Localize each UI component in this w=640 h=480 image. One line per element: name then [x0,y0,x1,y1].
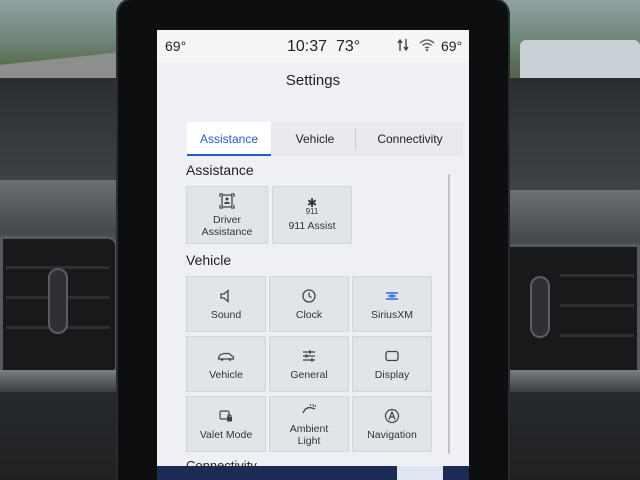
tile-label: Ambient Light [289,423,329,447]
tile-vehicle[interactable]: Vehicle [186,336,266,392]
tile-label: Clock [295,309,323,321]
settings-header: Settings [157,66,469,96]
infotainment-screen: 69° 10:37 73° 69° Settings Assistance Ve… [157,30,469,480]
driver-assist-icon [219,193,235,209]
sliders-icon [303,350,315,362]
tab-connectivity[interactable]: Connectivity [357,122,463,156]
wifi-icon [419,39,435,52]
clock-icon [302,289,316,303]
tile-valet-mode[interactable]: Valet Mode [186,396,266,452]
tile-ambient-light[interactable]: Ambient Light [269,396,349,452]
tile-label: 911 Assist [288,220,336,232]
siriusxm-icon [386,292,398,300]
status-bar: 69° 10:37 73° 69° [157,30,469,62]
tab-vehicle[interactable]: Vehicle [275,122,355,156]
cabin-temperature: 73° [335,38,361,55]
tile-display[interactable]: Display [352,336,432,392]
vent-knob-right [530,276,550,338]
vent-knob-left [48,268,68,334]
phone-signal-icon [397,38,409,52]
scrollbar[interactable] [448,174,450,454]
tile-label: Vehicle [209,369,243,381]
settings-content: Assistance Driver Assistance ✱ 911 911 As… [157,156,469,480]
tile-label: Display [374,369,410,381]
tab-divider [355,128,356,150]
air-vent-right [500,244,640,384]
tile-navigation[interactable]: Navigation [352,396,432,452]
tile-driver-assistance[interactable]: Driver Assistance [186,186,268,244]
tile-label: General [290,369,328,381]
tile-siriusxm[interactable]: SiriusXM [352,276,432,332]
section-title-assistance: Assistance [186,162,254,178]
time: 10:37 [287,38,328,55]
tile-general[interactable]: General [269,336,349,392]
assist-911-icon: ✱ 911 [305,196,319,216]
dash-trim-left [0,180,122,232]
tab-assistance[interactable]: Assistance [187,122,271,156]
status-icons [397,38,435,53]
tile-label: SiriusXM [370,309,413,321]
display-icon [385,350,399,362]
nav-settings-active[interactable] [397,466,443,480]
icon-text-911: 911 [305,207,319,216]
tile-label: Sound [210,309,242,321]
navigation-icon [384,408,400,424]
tile-label: Navigation [367,429,417,441]
tile-label: Valet Mode [199,429,253,441]
tile-clock[interactable]: Clock [269,276,349,332]
section-title-vehicle: Vehicle [186,252,232,268]
tile-label: Driver Assistance [201,214,253,238]
ambient-light-icon [302,403,316,414]
valet-icon [219,410,232,422]
outside-temperature: 69° [165,38,187,54]
outside-temperature-right: 69° [441,38,463,54]
clock-readout: 10:37 73° [287,38,360,56]
dash-trim-right [494,190,640,242]
car-icon [217,352,235,361]
page-title: Settings [285,72,341,89]
speaker-icon [220,289,229,303]
tile-sound[interactable]: Sound [186,276,266,332]
settings-tabs: Assistance Vehicle Connectivity [187,122,463,156]
tile-911-assist[interactable]: ✱ 911 911 Assist [272,186,352,244]
